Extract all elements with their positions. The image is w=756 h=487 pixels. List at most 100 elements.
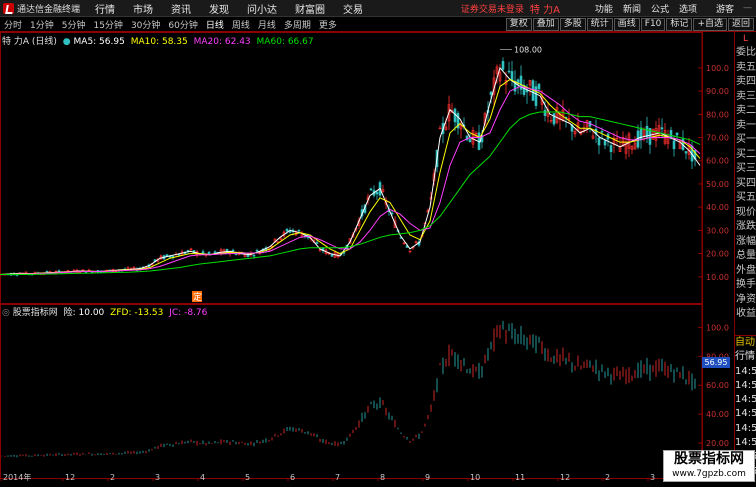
toolbar-button-4[interactable]: 画线 xyxy=(613,17,640,31)
kline-chart[interactable]: 100.0 90.00 80.00 70.00 60.00 50.00 40.00 30.00… xyxy=(0,32,734,481)
tab-3[interactable]: 15分钟 xyxy=(89,18,126,31)
tab-2[interactable]: 5分钟 xyxy=(58,18,90,31)
menu-gongshi[interactable]: 公式 xyxy=(646,2,674,15)
date-label-0: 2014年 xyxy=(3,472,31,481)
toolbar-button-5[interactable]: F10 xyxy=(640,17,666,31)
side-item-3[interactable]: 卖三 xyxy=(735,90,756,105)
ma60-label: MA60: 66.67 xyxy=(256,37,314,47)
candle-body xyxy=(507,70,511,73)
side-item-2[interactable]: 卖四 xyxy=(735,75,756,90)
main-tick-label-8: 20.00 xyxy=(706,250,729,259)
tab-9[interactable]: 多周期 xyxy=(280,18,315,31)
menu-item-wenxiaoda[interactable]: 问小达 xyxy=(238,1,286,16)
menu-item-caifuquan[interactable]: 财富圈 xyxy=(286,1,334,16)
side-item-14[interactable]: 总量 xyxy=(735,249,756,264)
app-logo: 通达信金融终端 xyxy=(0,2,86,15)
ma-line-ma10 xyxy=(0,78,701,275)
toolbar-button-3[interactable]: 统计 xyxy=(586,17,613,31)
menu-item-faxian[interactable]: 发现 xyxy=(200,1,238,16)
main-frame xyxy=(0,32,703,304)
side-top-label: L xyxy=(742,34,748,44)
tab-6[interactable]: 日线 xyxy=(202,18,228,31)
candle-body xyxy=(177,254,181,256)
tab-4[interactable]: 30分钟 xyxy=(127,18,164,31)
side-item-1[interactable]: 卖五 xyxy=(735,61,756,76)
main-legend: 特 力A (日线) ● MA5: 56.95 MA10: 58.35 MA20:… xyxy=(2,37,314,47)
date-label-4: 4 xyxy=(200,473,205,481)
tab-10[interactable]: 更多 xyxy=(315,18,341,31)
candle-body xyxy=(57,270,61,272)
ma20-label: MA20: 62.43 xyxy=(193,37,251,47)
main-tick-label-1: 90.00 xyxy=(706,87,729,96)
side-item-11[interactable]: 现价 xyxy=(735,206,756,221)
toolbar-button-6[interactable]: 标记 xyxy=(666,17,693,31)
toolbar-button-7[interactable]: +自选 xyxy=(693,17,727,31)
candle-body xyxy=(672,140,676,150)
side-item-17[interactable]: 净资 xyxy=(735,293,756,308)
candle-body xyxy=(510,71,514,82)
menu-item-hangqing[interactable]: 行情 xyxy=(86,1,124,16)
watermark: 股票指标网 www.7gpzb.com xyxy=(663,450,755,482)
side-item-15[interactable]: 外盘 xyxy=(735,264,756,279)
candle-body xyxy=(213,251,217,253)
date-label-2: 2 xyxy=(110,473,115,481)
gear-icon[interactable]: ◎ xyxy=(2,308,10,318)
tab-8[interactable]: 月线 xyxy=(254,18,280,31)
side-item-18[interactable]: 收益 xyxy=(735,307,756,322)
side-item-16[interactable]: 换手 xyxy=(735,278,756,293)
watermark-url: www.7gpzb.com xyxy=(672,469,746,479)
menu-item-shichang[interactable]: 市场 xyxy=(124,1,162,16)
side-item-9[interactable]: 买四 xyxy=(735,177,756,192)
menu-xinwen[interactable]: 新闻 xyxy=(618,2,646,15)
candle-body xyxy=(489,91,493,95)
chart-area[interactable]: 100.0 90.00 80.00 70.00 60.00 50.00 40.00 30.00… xyxy=(0,32,729,481)
candle-body xyxy=(330,254,334,257)
candle-body xyxy=(207,251,211,255)
sub-tick-label-0: 100.0 xyxy=(706,323,729,332)
ma10-label: MA10: 58.35 xyxy=(130,37,188,47)
candle-body xyxy=(543,109,547,116)
tab-5[interactable]: 60分钟 xyxy=(164,18,201,31)
menu-xuanxiang[interactable]: 选项 xyxy=(674,2,702,15)
side-item-5[interactable]: 卖一 xyxy=(735,119,756,134)
login-notice[interactable]: 证券交易未登录 xyxy=(461,2,530,15)
candle-body xyxy=(201,251,205,254)
main-tick-label-5: 50.00 xyxy=(706,180,729,189)
app-title: 通达信金融终端 xyxy=(17,4,81,15)
period-tabs: 分时 1分钟 5分钟 15分钟 30分钟 60分钟 日线 周线 月线 多周期 更多 xyxy=(0,18,341,31)
menu-gongneng[interactable]: 功能 xyxy=(590,2,618,15)
toolbar-button-1[interactable]: 叠加 xyxy=(532,17,559,31)
side-item-12[interactable]: 涨跌 xyxy=(735,220,756,235)
sub-tick-label-4: 20.00 xyxy=(706,439,729,448)
tab-7[interactable]: 周线 xyxy=(228,18,254,31)
menu-item-jiaoyi[interactable]: 交易 xyxy=(334,1,372,16)
side-item-6[interactable]: 买一 xyxy=(735,133,756,148)
peak-label: 108.00 xyxy=(514,45,542,54)
tick-item-3: 14:50 xyxy=(735,394,756,406)
side-item-0[interactable]: 委比 xyxy=(735,46,756,61)
side-item-7[interactable]: 买二 xyxy=(735,148,756,163)
main-tick-label-9: 10.00 xyxy=(706,273,729,282)
menubar: 通达信金融终端 行情 市场 资讯 发现 问小达 财富圈 交易 证券交易未登录 特… xyxy=(0,0,756,17)
toolbar-button-2[interactable]: 多股 xyxy=(559,17,586,31)
ma-line-ma60 xyxy=(0,111,701,275)
tick-item-1: 14:50 xyxy=(735,365,756,377)
candle-body xyxy=(468,139,472,143)
side-item-8[interactable]: 买三 xyxy=(735,162,756,177)
toolbar-button-8[interactable]: 返回 xyxy=(727,17,754,31)
sub-tick-label-3: 40.00 xyxy=(706,410,729,419)
side-item-4[interactable]: 卖二 xyxy=(735,104,756,119)
toolbar-button-0[interactable]: 复权 xyxy=(505,17,532,31)
minimize-icon[interactable]: — xyxy=(739,3,756,13)
tab-0[interactable]: 分时 xyxy=(0,18,26,31)
user-label[interactable]: 游客 xyxy=(702,2,739,15)
indicator-name: 险: 10.00 xyxy=(63,308,105,318)
candle-body xyxy=(609,145,613,153)
main-tick-label-4: 60.00 xyxy=(706,157,729,166)
candle-body xyxy=(231,249,235,252)
side-item-13[interactable]: 涨幅 xyxy=(735,235,756,250)
menu-item-zixun[interactable]: 资讯 xyxy=(162,1,200,16)
tab-1[interactable]: 1分钟 xyxy=(26,18,58,31)
side-item-10[interactable]: 买五 xyxy=(735,191,756,206)
tick-item-0: 行情 xyxy=(735,351,755,363)
